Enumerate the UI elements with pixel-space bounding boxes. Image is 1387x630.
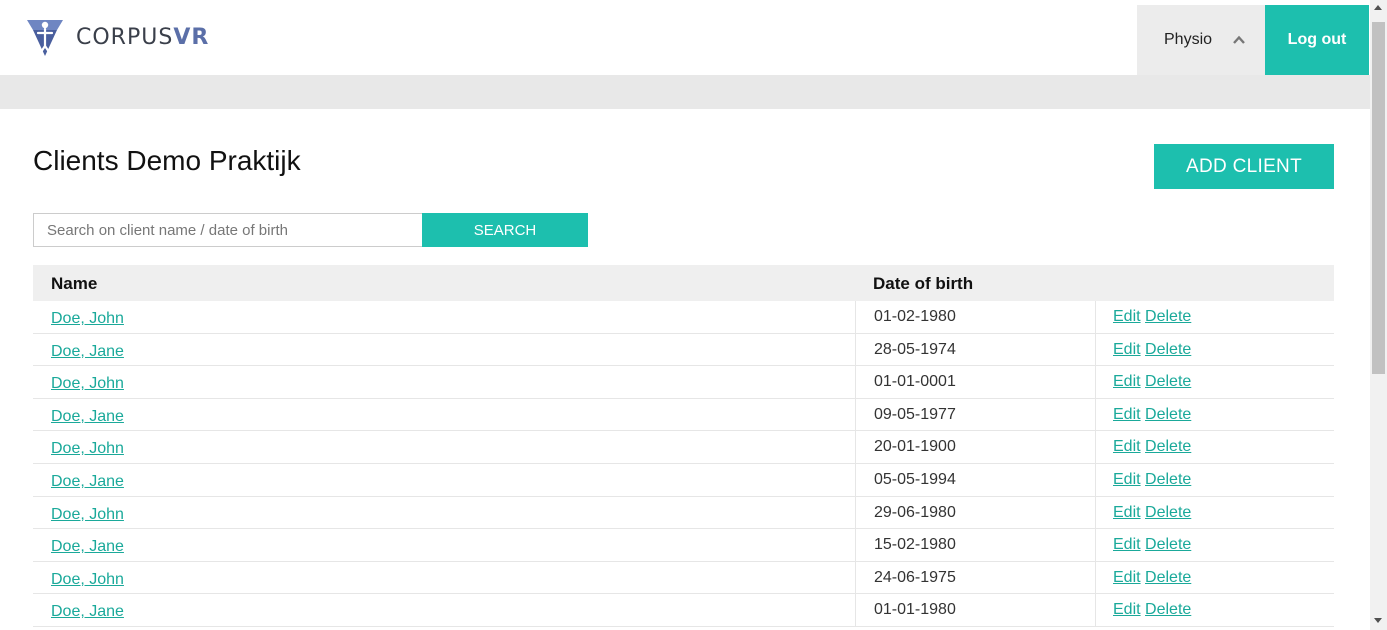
client-dob: 15-02-1980: [855, 529, 1096, 561]
client-dob: 28-05-1974: [855, 333, 1096, 366]
delete-link[interactable]: Delete: [1145, 373, 1191, 390]
client-name-link[interactable]: Doe, Jane: [51, 538, 124, 556]
row-actions: Edit Delete: [1113, 504, 1191, 522]
corpusvr-logo-icon: [27, 20, 63, 56]
column-header-name: Name: [51, 274, 98, 293]
subheader-bar: [0, 75, 1370, 109]
client-dob: 09-05-1977: [855, 398, 1096, 431]
edit-link[interactable]: Edit: [1113, 373, 1141, 390]
delete-link[interactable]: Delete: [1145, 308, 1191, 325]
table-row: Doe, John 01-01-0001 Edit Delete: [33, 366, 1334, 399]
table-row: Doe, John 20-01-1900 Edit Delete: [33, 431, 1334, 464]
row-actions: Edit Delete: [1113, 569, 1191, 587]
edit-link[interactable]: Edit: [1113, 601, 1141, 618]
search-input[interactable]: [33, 213, 423, 247]
client-dob: 01-01-1980: [855, 594, 1096, 626]
row-actions: Edit Delete: [1113, 601, 1191, 619]
vertical-scrollbar[interactable]: [1370, 0, 1387, 630]
add-client-button[interactable]: ADD CLIENT: [1154, 144, 1334, 189]
row-actions: Edit Delete: [1113, 341, 1191, 359]
column-header-dob: Date of birth: [873, 274, 974, 293]
scrollbar-thumb[interactable]: [1372, 22, 1385, 374]
brand-name: CORPUSVR: [76, 24, 210, 50]
row-actions: Edit Delete: [1113, 438, 1191, 456]
client-dob: 01-02-1980: [855, 301, 1096, 333]
edit-link[interactable]: Edit: [1113, 536, 1141, 553]
client-dob: 01-01-0001: [855, 366, 1096, 398]
client-name-link[interactable]: Doe, Jane: [51, 603, 124, 621]
delete-link[interactable]: Delete: [1145, 569, 1191, 586]
client-name-link[interactable]: Doe, John: [51, 310, 124, 328]
table-row: Doe, Jane 15-02-1980 Edit Delete: [33, 529, 1334, 562]
brand-logo[interactable]: CORPUSVR: [24, 16, 209, 58]
delete-link[interactable]: Delete: [1145, 406, 1191, 423]
row-actions: Edit Delete: [1113, 373, 1191, 391]
client-name-link[interactable]: Doe, John: [51, 506, 124, 524]
delete-link[interactable]: Delete: [1145, 471, 1191, 488]
client-dob: 29-06-1980: [855, 496, 1096, 529]
table-row: Doe, Jane 09-05-1977 Edit Delete: [33, 398, 1334, 432]
delete-link[interactable]: Delete: [1145, 601, 1191, 618]
chevron-up-icon: [1233, 35, 1245, 44]
table-body: Doe, John 01-02-1980 Edit Delete Doe, Jane 2…: [33, 301, 1334, 627]
table-header: Name Date of birth: [33, 265, 1334, 301]
edit-link[interactable]: Edit: [1113, 471, 1141, 488]
client-name-link[interactable]: Doe, John: [51, 375, 124, 393]
delete-link[interactable]: Delete: [1145, 536, 1191, 553]
table-row: Doe, Jane 01-01-1980 Edit Delete: [33, 594, 1334, 627]
scroll-down-arrow-icon[interactable]: [1374, 618, 1382, 623]
delete-link[interactable]: Delete: [1145, 504, 1191, 521]
search-button[interactable]: SEARCH: [422, 213, 588, 247]
delete-link[interactable]: Delete: [1145, 438, 1191, 455]
clients-table: Name Date of birth Doe, John 01-02-1980 Ed…: [33, 265, 1334, 627]
client-name-link[interactable]: Doe, John: [51, 571, 124, 589]
edit-link[interactable]: Edit: [1113, 438, 1141, 455]
user-menu[interactable]: Physio: [1137, 5, 1265, 75]
row-actions: Edit Delete: [1113, 406, 1191, 424]
table-row: Doe, Jane 05-05-1994 Edit Delete: [33, 463, 1334, 497]
client-name-link[interactable]: Doe, Jane: [51, 473, 124, 491]
row-actions: Edit Delete: [1113, 536, 1191, 554]
edit-link[interactable]: Edit: [1113, 504, 1141, 521]
client-name-link[interactable]: Doe, Jane: [51, 408, 124, 426]
row-actions: Edit Delete: [1113, 308, 1191, 326]
table-row: Doe, Jane 28-05-1974 Edit Delete: [33, 333, 1334, 367]
table-row: Doe, John 01-02-1980 Edit Delete: [33, 301, 1334, 334]
scroll-up-arrow-icon[interactable]: [1374, 5, 1382, 10]
client-name-link[interactable]: Doe, John: [51, 440, 124, 458]
logout-button[interactable]: Log out: [1265, 5, 1369, 75]
table-row: Doe, John 24-06-1975 Edit Delete: [33, 561, 1334, 595]
client-dob: 24-06-1975: [855, 561, 1096, 594]
table-row: Doe, John 29-06-1980 Edit Delete: [33, 496, 1334, 530]
delete-link[interactable]: Delete: [1145, 341, 1191, 358]
edit-link[interactable]: Edit: [1113, 308, 1141, 325]
edit-link[interactable]: Edit: [1113, 341, 1141, 358]
client-name-link[interactable]: Doe, Jane: [51, 343, 124, 361]
row-actions: Edit Delete: [1113, 471, 1191, 489]
page-title: Clients Demo Praktijk: [33, 145, 301, 176]
client-dob: 05-05-1994: [855, 463, 1096, 496]
client-dob: 20-01-1900: [855, 431, 1096, 463]
edit-link[interactable]: Edit: [1113, 569, 1141, 586]
edit-link[interactable]: Edit: [1113, 406, 1141, 423]
top-navigation-bar: CORPUSVR Physio Log out: [0, 0, 1370, 75]
user-menu-label: Physio: [1164, 31, 1213, 48]
